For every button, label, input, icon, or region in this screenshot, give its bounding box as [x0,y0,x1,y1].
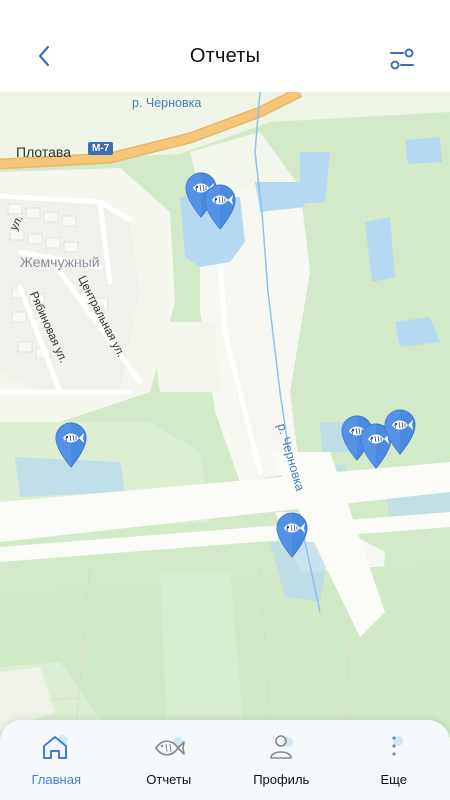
fish-marker-icon [55,422,87,468]
fish-report-pin[interactable] [202,182,238,230]
fish-report-pin[interactable] [53,420,89,468]
page-title: Отчеты [189,45,261,67]
village-label: Плотава [16,144,71,160]
river-label-top: р. Черновка [132,96,202,110]
fish-marker-icon [204,184,236,230]
home-icon [43,735,69,759]
tab-more-label: Еще [380,772,407,787]
bottom-tab-bar: Главная Отчеты Профиль Еще [0,720,450,800]
tab-profile-label: Профиль [253,772,310,787]
more-vertical-icon [392,736,403,756]
fish-marker-icon [384,409,416,455]
user-icon [270,735,294,759]
tab-home-label: Главная [31,772,81,787]
tab-home[interactable]: Главная [0,720,113,800]
tab-reports-label: Отчеты [146,772,192,787]
fish-marker-icon [276,512,308,558]
top-bar: Отчеты [0,0,450,92]
fish-report-pin[interactable] [274,510,310,558]
filter-button[interactable] [388,46,416,72]
filter-sliders-icon [390,48,414,70]
tab-more[interactable]: Еще [338,720,450,800]
district-label: Жемчужный [20,254,100,270]
road-badge: М-7 [88,142,114,155]
tab-reports[interactable]: Отчеты [113,720,226,800]
fish-report-pin[interactable] [382,407,418,455]
map-view[interactable]: р. Черновка Плотава М-7 Жемчужный ул. Це… [0,92,450,800]
tab-profile[interactable]: Профиль [225,720,338,800]
fish-icon [154,737,185,756]
